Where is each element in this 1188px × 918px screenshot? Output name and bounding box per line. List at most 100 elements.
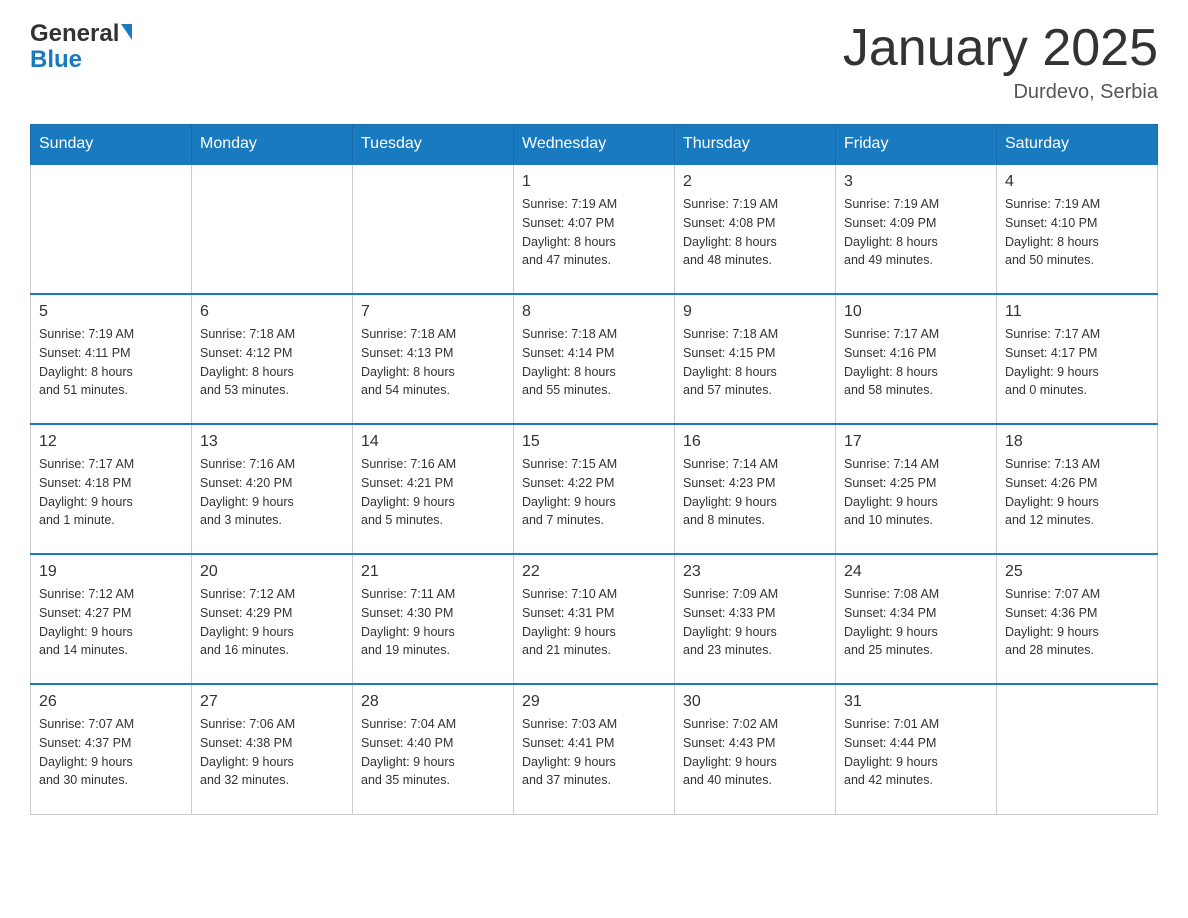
day-number: 6	[200, 303, 344, 321]
calendar-cell: 20 Sunrise: 7:12 AM Sunset: 4:29 PM Dayli…	[192, 554, 353, 684]
day-info: Sunrise: 7:08 AM Sunset: 4:34 PM Dayligh…	[844, 585, 988, 660]
calendar-cell: 10Sunrise: 7:17 AM Sunset: 4:16 PM Dayli…	[836, 294, 997, 424]
day-info: Sunrise: 7:12 AM Sunset: 4:29 PM Dayligh…	[200, 585, 344, 660]
calendar-week-3: 12 Sunrise: 7:17 AM Sunset: 4:18 PM Dayli…	[31, 424, 1158, 554]
calendar-cell: 26 Sunrise: 7:07 AM Sunset: 4:37 PM Dayli…	[31, 684, 192, 814]
day-info: Sunrise: 7:19 AM Sunset: 4:10 PM Dayligh…	[1005, 195, 1149, 270]
calendar-cell: 15 Sunrise: 7:15 AM Sunset: 4:22 PM Dayli…	[514, 424, 675, 554]
calendar-cell: 9 Sunrise: 7:18 AM Sunset: 4:15 PM Daylig…	[675, 294, 836, 424]
day-info: Sunrise: 7:12 AM Sunset: 4:27 PM Dayligh…	[39, 585, 183, 660]
day-number: 3	[844, 173, 988, 191]
weekday-row: SundayMondayTuesdayWednesdayThursdayFrid…	[31, 125, 1158, 165]
calendar-cell: 12 Sunrise: 7:17 AM Sunset: 4:18 PM Dayli…	[31, 424, 192, 554]
calendar-cell: 6 Sunrise: 7:18 AM Sunset: 4:12 PM Daylig…	[192, 294, 353, 424]
day-number: 23	[683, 563, 827, 581]
calendar-cell: 5 Sunrise: 7:19 AM Sunset: 4:11 PM Daylig…	[31, 294, 192, 424]
weekday-header-thursday: Thursday	[675, 125, 836, 165]
day-number: 5	[39, 303, 183, 321]
day-number: 11	[1005, 303, 1149, 321]
weekday-header-tuesday: Tuesday	[353, 125, 514, 165]
day-number: 20	[200, 563, 344, 581]
calendar-subtitle: Durdevo, Serbia	[843, 81, 1158, 104]
day-number: 10	[844, 303, 988, 321]
day-info: Sunrise: 7:07 AM Sunset: 4:37 PM Dayligh…	[39, 715, 183, 790]
day-info: Sunrise: 7:03 AM Sunset: 4:41 PM Dayligh…	[522, 715, 666, 790]
day-number: 14	[361, 433, 505, 451]
calendar-cell: 16 Sunrise: 7:14 AM Sunset: 4:23 PM Dayli…	[675, 424, 836, 554]
day-info: Sunrise: 7:18 AM Sunset: 4:15 PM Dayligh…	[683, 325, 827, 400]
calendar-cell: 31Sunrise: 7:01 AM Sunset: 4:44 PM Dayli…	[836, 684, 997, 814]
logo-general: General	[30, 20, 119, 48]
day-number: 9	[683, 303, 827, 321]
calendar-week-2: 5 Sunrise: 7:19 AM Sunset: 4:11 PM Daylig…	[31, 294, 1158, 424]
day-number: 26	[39, 693, 183, 711]
calendar-cell: 28 Sunrise: 7:04 AM Sunset: 4:40 PM Dayli…	[353, 684, 514, 814]
calendar-table: SundayMondayTuesdayWednesdayThursdayFrid…	[30, 124, 1158, 815]
calendar-cell: 17Sunrise: 7:14 AM Sunset: 4:25 PM Dayli…	[836, 424, 997, 554]
calendar-body: 1 Sunrise: 7:19 AM Sunset: 4:07 PM Daylig…	[31, 164, 1158, 814]
calendar-cell: 4 Sunrise: 7:19 AM Sunset: 4:10 PM Daylig…	[997, 164, 1158, 294]
day-number: 4	[1005, 173, 1149, 191]
day-info: Sunrise: 7:11 AM Sunset: 4:30 PM Dayligh…	[361, 585, 505, 660]
day-info: Sunrise: 7:19 AM Sunset: 4:07 PM Dayligh…	[522, 195, 666, 270]
calendar-week-4: 19Sunrise: 7:12 AM Sunset: 4:27 PM Dayli…	[31, 554, 1158, 684]
day-number: 28	[361, 693, 505, 711]
day-number: 8	[522, 303, 666, 321]
day-number: 25	[1005, 563, 1149, 581]
calendar-week-5: 26 Sunrise: 7:07 AM Sunset: 4:37 PM Dayli…	[31, 684, 1158, 814]
calendar-cell: 1 Sunrise: 7:19 AM Sunset: 4:07 PM Daylig…	[514, 164, 675, 294]
day-info: Sunrise: 7:09 AM Sunset: 4:33 PM Dayligh…	[683, 585, 827, 660]
calendar-cell	[353, 164, 514, 294]
calendar-week-1: 1 Sunrise: 7:19 AM Sunset: 4:07 PM Daylig…	[31, 164, 1158, 294]
day-info: Sunrise: 7:17 AM Sunset: 4:18 PM Dayligh…	[39, 455, 183, 530]
calendar-cell: 14 Sunrise: 7:16 AM Sunset: 4:21 PM Dayli…	[353, 424, 514, 554]
day-number: 12	[39, 433, 183, 451]
calendar-cell: 29 Sunrise: 7:03 AM Sunset: 4:41 PM Dayli…	[514, 684, 675, 814]
calendar-cell: 23 Sunrise: 7:09 AM Sunset: 4:33 PM Dayli…	[675, 554, 836, 684]
calendar-cell	[192, 164, 353, 294]
day-number: 15	[522, 433, 666, 451]
day-info: Sunrise: 7:14 AM Sunset: 4:23 PM Dayligh…	[683, 455, 827, 530]
calendar-header: SundayMondayTuesdayWednesdayThursdayFrid…	[31, 125, 1158, 165]
day-info: Sunrise: 7:16 AM Sunset: 4:21 PM Dayligh…	[361, 455, 505, 530]
calendar-cell: 7Sunrise: 7:18 AM Sunset: 4:13 PM Daylig…	[353, 294, 514, 424]
weekday-header-monday: Monday	[192, 125, 353, 165]
day-info: Sunrise: 7:19 AM Sunset: 4:09 PM Dayligh…	[844, 195, 988, 270]
day-info: Sunrise: 7:04 AM Sunset: 4:40 PM Dayligh…	[361, 715, 505, 790]
day-number: 13	[200, 433, 344, 451]
day-number: 16	[683, 433, 827, 451]
page-header: General Blue January 2025 Durdevo, Serbi…	[30, 20, 1158, 104]
calendar-cell: 30Sunrise: 7:02 AM Sunset: 4:43 PM Dayli…	[675, 684, 836, 814]
day-number: 22	[522, 563, 666, 581]
day-info: Sunrise: 7:16 AM Sunset: 4:20 PM Dayligh…	[200, 455, 344, 530]
logo: General Blue	[30, 20, 132, 74]
day-number: 31	[844, 693, 988, 711]
calendar-cell: 13 Sunrise: 7:16 AM Sunset: 4:20 PM Dayli…	[192, 424, 353, 554]
calendar-cell: 3 Sunrise: 7:19 AM Sunset: 4:09 PM Daylig…	[836, 164, 997, 294]
day-number: 1	[522, 173, 666, 191]
calendar-cell: 11Sunrise: 7:17 AM Sunset: 4:17 PM Dayli…	[997, 294, 1158, 424]
day-info: Sunrise: 7:10 AM Sunset: 4:31 PM Dayligh…	[522, 585, 666, 660]
day-number: 30	[683, 693, 827, 711]
calendar-cell: 8 Sunrise: 7:18 AM Sunset: 4:14 PM Daylig…	[514, 294, 675, 424]
calendar-cell	[31, 164, 192, 294]
calendar-cell: 27Sunrise: 7:06 AM Sunset: 4:38 PM Dayli…	[192, 684, 353, 814]
logo-triangle-icon	[121, 24, 132, 40]
calendar-cell: 25Sunrise: 7:07 AM Sunset: 4:36 PM Dayli…	[997, 554, 1158, 684]
day-number: 18	[1005, 433, 1149, 451]
calendar-cell: 22 Sunrise: 7:10 AM Sunset: 4:31 PM Dayli…	[514, 554, 675, 684]
calendar-cell: 24Sunrise: 7:08 AM Sunset: 4:34 PM Dayli…	[836, 554, 997, 684]
day-info: Sunrise: 7:19 AM Sunset: 4:11 PM Dayligh…	[39, 325, 183, 400]
day-info: Sunrise: 7:15 AM Sunset: 4:22 PM Dayligh…	[522, 455, 666, 530]
weekday-header-saturday: Saturday	[997, 125, 1158, 165]
calendar-cell: 21Sunrise: 7:11 AM Sunset: 4:30 PM Dayli…	[353, 554, 514, 684]
day-number: 7	[361, 303, 505, 321]
day-number: 2	[683, 173, 827, 191]
day-info: Sunrise: 7:18 AM Sunset: 4:12 PM Dayligh…	[200, 325, 344, 400]
day-info: Sunrise: 7:18 AM Sunset: 4:14 PM Dayligh…	[522, 325, 666, 400]
weekday-header-friday: Friday	[836, 125, 997, 165]
day-number: 29	[522, 693, 666, 711]
day-number: 17	[844, 433, 988, 451]
calendar-cell: 2Sunrise: 7:19 AM Sunset: 4:08 PM Daylig…	[675, 164, 836, 294]
weekday-header-sunday: Sunday	[31, 125, 192, 165]
